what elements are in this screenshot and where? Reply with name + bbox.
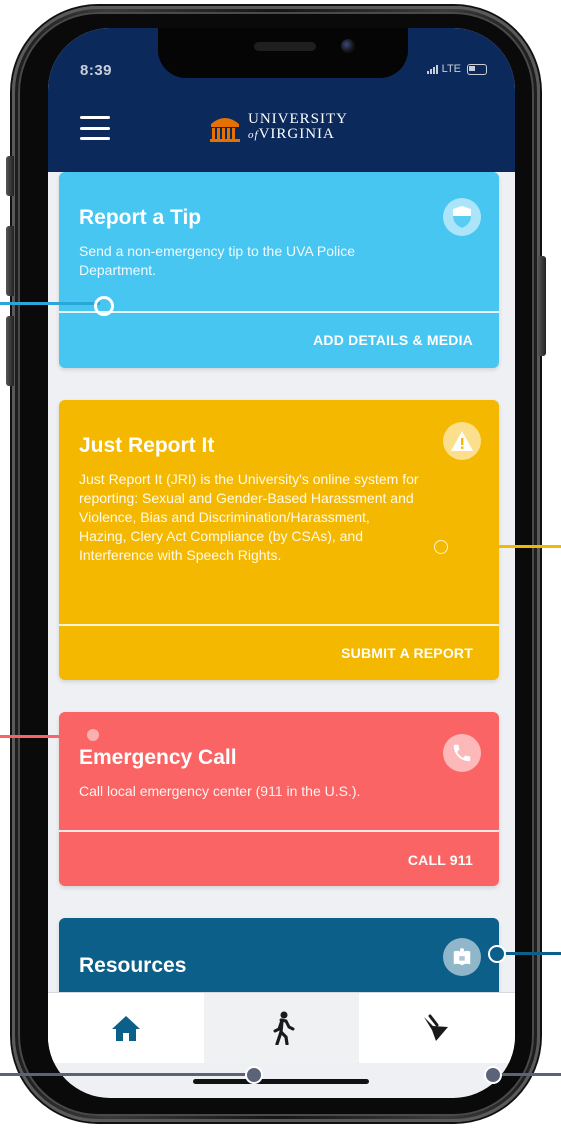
card-divider	[59, 311, 499, 313]
callout-line-emergency	[0, 735, 92, 738]
callout-dot-jri	[434, 540, 448, 554]
battery-icon	[467, 63, 487, 75]
submit-report-button[interactable]: SUBMIT A REPORT	[341, 645, 473, 661]
callout-dot-tip	[94, 296, 114, 316]
speaker-grille	[254, 42, 316, 51]
status-time: 8:39	[80, 62, 113, 79]
callout-dot-alerts	[484, 1066, 502, 1084]
signal-icon	[426, 64, 438, 74]
university-logo: UNIVERSITY ofVIRGINIA	[208, 110, 348, 144]
callout-line-alerts	[492, 1073, 561, 1076]
warning-icon	[443, 422, 481, 460]
home-indicator	[193, 1079, 369, 1084]
book-icon	[443, 938, 481, 976]
logo-line-virginia: ofVIRGINIA	[248, 125, 335, 142]
status-indicators: LTE	[426, 63, 487, 75]
card-divider	[59, 624, 499, 626]
tab-alerts[interactable]	[359, 993, 515, 1063]
report-tip-description: Send a non-emergency tip to the UVA Poli…	[79, 243, 356, 278]
just-report-it-description: Just Report It (JRI) is the University's…	[79, 471, 419, 563]
university-name: UNIVERSITY ofVIRGINIA	[248, 110, 348, 143]
megaphone-icon	[424, 1014, 449, 1041]
emergency-call-description: Call local emergency center (911 in the …	[79, 783, 361, 799]
card-divider	[59, 830, 499, 832]
callout-line-tip	[0, 302, 100, 305]
emergency-call-title: Emergency Call	[79, 746, 237, 769]
network-label: LTE	[441, 63, 461, 75]
mute-switch	[6, 156, 14, 196]
volume-down-button	[6, 316, 14, 386]
just-report-it-card[interactable]: Just Report It Just Report It (JRI) is t…	[59, 400, 499, 680]
callout-dot-walk	[245, 1066, 263, 1084]
hamburger-menu-icon[interactable]	[80, 116, 110, 140]
notch	[158, 28, 408, 78]
resources-title: Resources	[79, 954, 187, 977]
shield-icon	[443, 198, 481, 236]
app-header: 8:39 LTE UNIVERSITY ofVIRGINIA	[48, 28, 515, 172]
logo-of: of	[248, 128, 259, 141]
walking-person-icon	[273, 1011, 294, 1045]
add-details-media-button[interactable]: ADD DETAILS & MEDIA	[313, 332, 473, 348]
bottom-tab-bar	[48, 992, 515, 1063]
tab-companion-walk[interactable]	[203, 993, 360, 1063]
volume-up-button	[6, 226, 14, 296]
callout-dot-resources	[488, 945, 506, 963]
app-screen: 8:39 LTE UNIVERSITY ofVIRGINIA Report a …	[48, 28, 515, 1098]
power-button	[538, 256, 546, 356]
rotunda-icon	[210, 118, 240, 142]
report-tip-card[interactable]: Report a Tip Send a non-emergency tip to…	[59, 172, 499, 368]
callout-dot-emergency	[87, 729, 99, 741]
front-camera	[341, 39, 355, 53]
just-report-it-title: Just Report It	[79, 434, 215, 457]
report-tip-title: Report a Tip	[79, 206, 202, 229]
logo-line-university: UNIVERSITY	[248, 110, 348, 127]
callout-line-walk	[0, 1073, 252, 1076]
call-911-button[interactable]: CALL 911	[408, 852, 473, 868]
emergency-call-card[interactable]: Emergency Call Call local emergency cent…	[59, 712, 499, 886]
tab-home[interactable]	[48, 993, 204, 1063]
home-icon	[111, 1016, 140, 1041]
phone-icon	[443, 734, 481, 772]
callout-line-jri	[440, 545, 561, 548]
